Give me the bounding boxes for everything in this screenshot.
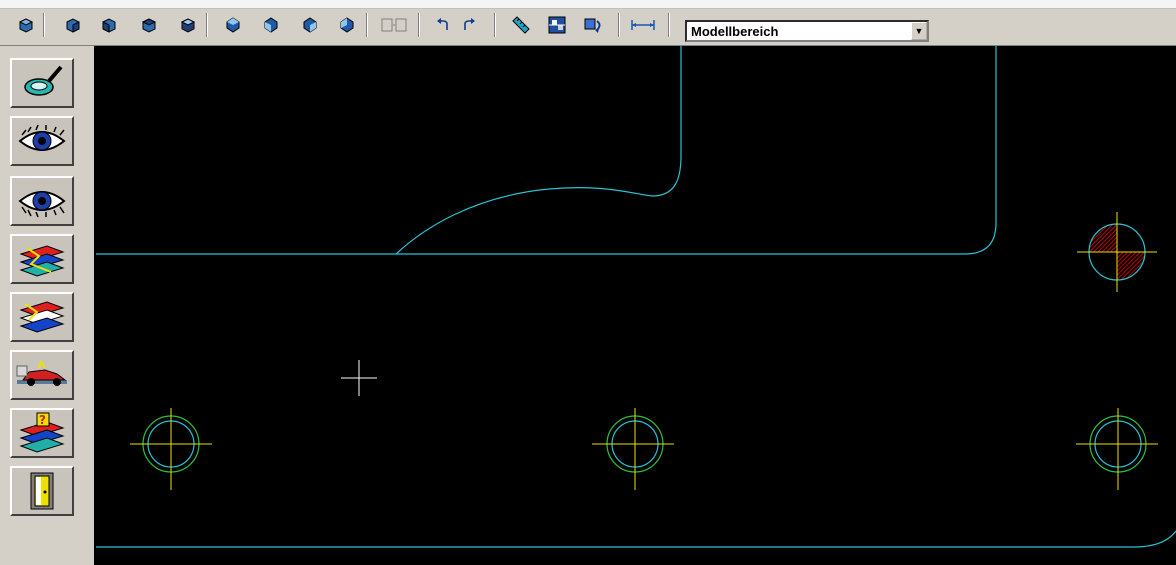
view-bottom-button[interactable] — [177, 14, 199, 36]
crosshair-cursor — [341, 360, 377, 396]
svg-text:?: ? — [39, 413, 46, 427]
regen-icon — [584, 18, 601, 33]
zoom-lens-button[interactable] — [10, 58, 74, 108]
view-left-button[interactable] — [98, 14, 120, 36]
toolbar-top-strip — [0, 0, 1176, 9]
toolbar: Modellbereich ▼ — [0, 0, 1176, 46]
view-front-button[interactable] — [62, 14, 84, 36]
layer-2-button[interactable] — [10, 292, 74, 342]
properties-button[interactable] — [546, 14, 568, 36]
eye-icon — [18, 191, 66, 218]
iso-view-icon — [340, 17, 354, 33]
hatched-hole — [1077, 212, 1157, 292]
car-icon — [16, 359, 67, 386]
drawing-canvas[interactable] — [94, 46, 1176, 565]
side-panel: ? — [0, 46, 94, 565]
iso-ne-button[interactable] — [299, 14, 321, 36]
viewports-button[interactable] — [380, 14, 408, 36]
iso-view-icon — [226, 17, 240, 33]
exit-door-button[interactable] — [10, 466, 74, 516]
iso-se-button[interactable] — [260, 14, 282, 36]
viewports-icon — [381, 18, 407, 32]
layer-stack-icon — [19, 301, 65, 333]
iso-nw-button[interactable] — [336, 14, 358, 36]
part-contour-bottom — [96, 530, 1176, 548]
view-cube-icon — [102, 18, 116, 33]
magnifier-icon — [24, 65, 63, 96]
render-car-button[interactable] — [10, 350, 74, 400]
ruler-icon — [512, 16, 530, 34]
properties-icon — [548, 16, 566, 34]
redo-arrow-icon — [464, 18, 475, 30]
chevron-down-icon[interactable]: ▼ — [911, 22, 927, 40]
undo-arrow-icon — [437, 18, 448, 30]
iso-view-icon — [303, 17, 317, 33]
view-cube-icon — [66, 18, 80, 33]
bore-hole — [1076, 408, 1158, 490]
dimension-button[interactable] — [628, 14, 658, 36]
undo-button[interactable] — [432, 14, 454, 36]
part-contour-right — [396, 46, 997, 255]
redo-button[interactable] — [458, 14, 480, 36]
layer-button[interactable] — [10, 234, 74, 284]
iso-sw-button[interactable] — [222, 14, 244, 36]
layer-stack-icon — [19, 245, 65, 277]
part-contour-upper — [96, 46, 682, 255]
layer-help-button[interactable]: ? — [10, 408, 74, 458]
regen-button[interactable] — [582, 14, 604, 36]
view-cube-icon — [141, 18, 157, 33]
view-eye-2-button[interactable] — [10, 176, 74, 226]
space-select-value: Modellbereich — [691, 24, 779, 39]
bore-hole — [592, 408, 674, 490]
measure-button[interactable] — [510, 14, 532, 36]
eye-icon — [18, 124, 66, 151]
layer-question-icon: ? — [19, 412, 65, 453]
dimension-icon — [631, 20, 655, 30]
bore-hole — [130, 408, 212, 490]
view-right-button[interactable] — [138, 14, 160, 36]
view-eye-button[interactable] — [10, 116, 74, 166]
iso-view-icon — [264, 17, 278, 33]
view-cube-icon — [18, 18, 34, 33]
door-icon — [30, 472, 54, 510]
view-cube-icon — [180, 18, 196, 33]
view-top-button[interactable] — [15, 14, 37, 36]
space-select[interactable]: Modellbereich ▼ — [685, 20, 929, 42]
